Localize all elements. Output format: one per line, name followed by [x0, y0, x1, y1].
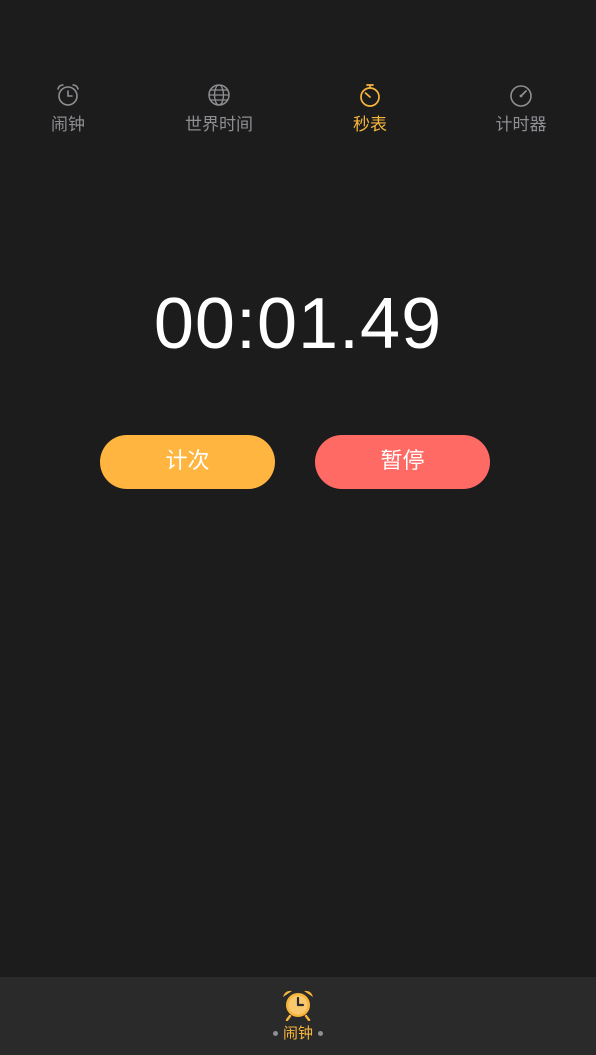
alarm-clock-icon: [283, 990, 313, 1021]
bottom-nav-bar: 闹钟: [0, 977, 596, 1055]
tab-timer[interactable]: 计时器: [461, 76, 581, 140]
tab-alarm[interactable]: 闹钟: [8, 76, 128, 140]
top-tab-bar: 闹钟 世界时间 秒表 计时器: [0, 76, 596, 140]
tab-world-clock-label: 世界时间: [185, 115, 253, 135]
page-indicator-dot-right: [318, 1031, 323, 1036]
stopwatch-screen: 闹钟 世界时间 秒表 计时器 00:01.49 计次 暂停 闹钟: [0, 0, 596, 1055]
pause-button[interactable]: 暂停: [315, 435, 490, 489]
timer-icon: [510, 85, 532, 107]
page-indicator-dot-left: [272, 1031, 278, 1036]
tab-stopwatch[interactable]: 秒表: [310, 76, 430, 140]
tab-world-clock[interactable]: 世界时间: [159, 76, 279, 140]
tab-alarm-label: 闹钟: [51, 115, 85, 135]
alarm-clock-icon: [57, 84, 79, 106]
tab-stopwatch-label: 秒表: [353, 115, 387, 135]
bottom-nav-label: 闹钟: [282, 1024, 313, 1042]
bottom-nav-alarm[interactable]: 闹钟: [248, 987, 348, 1047]
globe-icon: [208, 84, 230, 106]
stopwatch-time-display: 00:01.49: [153, 284, 443, 364]
tab-timer-label: 计时器: [495, 115, 547, 135]
lap-button[interactable]: 计次: [100, 435, 275, 489]
stopwatch-icon: [360, 84, 380, 107]
